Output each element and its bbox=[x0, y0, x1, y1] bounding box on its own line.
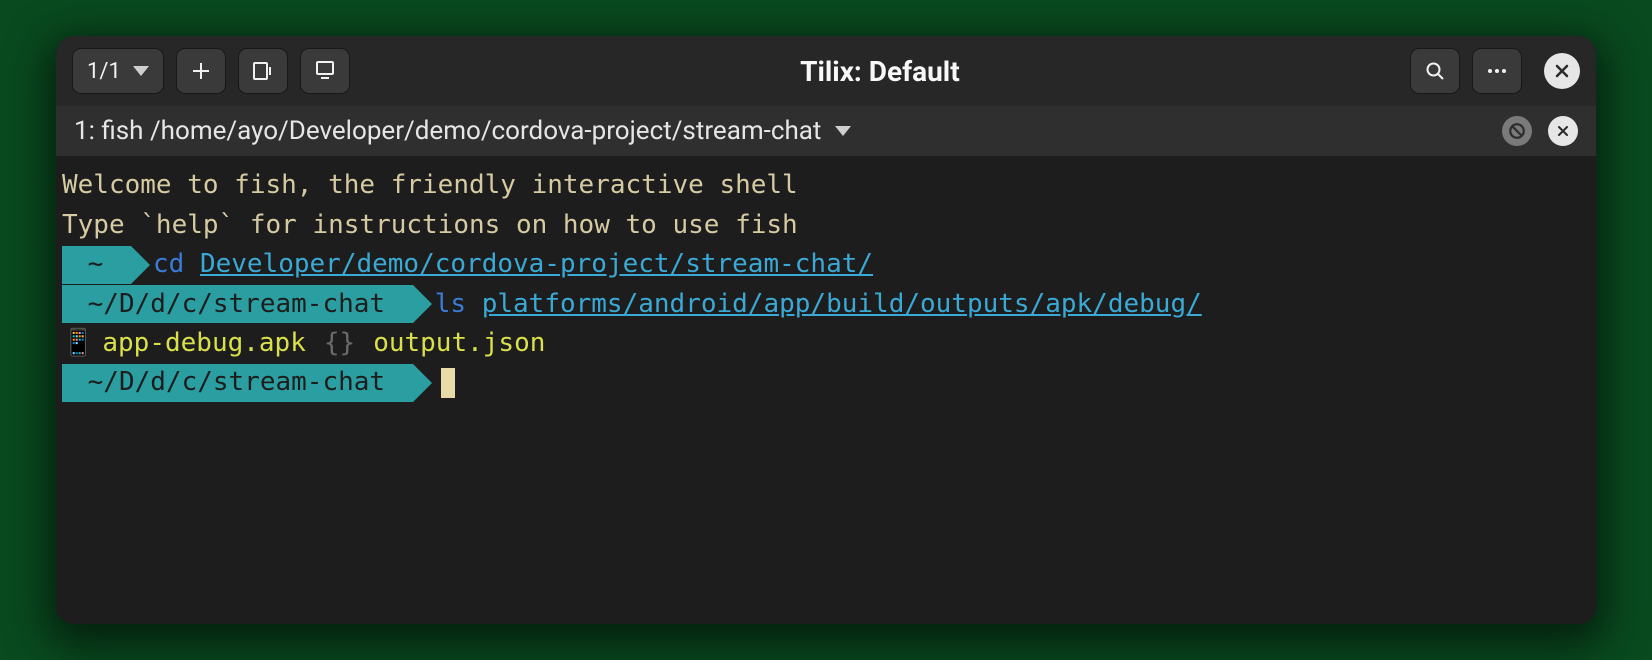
plus-icon bbox=[189, 59, 213, 83]
shell-command: cd bbox=[153, 245, 184, 285]
split-right-icon bbox=[251, 59, 275, 83]
search-icon bbox=[1423, 59, 1447, 83]
readonly-toggle-button[interactable] bbox=[1502, 116, 1532, 146]
no-entry-icon bbox=[1508, 122, 1526, 140]
shell-argument: platforms/android/app/build/outputs/apk/… bbox=[482, 285, 1202, 325]
shell-prompt: ~/D/d/c/stream-chat bbox=[62, 285, 413, 323]
json-icon: {} bbox=[324, 324, 355, 364]
chevron-down-icon[interactable] bbox=[835, 126, 851, 136]
split-down-button[interactable] bbox=[300, 48, 350, 94]
window-title: Tilix: Default bbox=[362, 55, 1398, 88]
close-icon bbox=[1552, 61, 1572, 81]
terminal-output: 📱 app-debug.apk {} output.json bbox=[62, 324, 1590, 364]
split-right-button[interactable] bbox=[238, 48, 288, 94]
terminal-line: ~/D/d/c/stream-chat bbox=[62, 364, 1590, 402]
close-session-button[interactable] bbox=[1548, 116, 1578, 146]
chevron-down-icon bbox=[133, 66, 149, 76]
text-cursor bbox=[441, 368, 455, 398]
add-session-button[interactable] bbox=[176, 48, 226, 94]
session-counter-button[interactable]: 1/1 bbox=[72, 48, 164, 94]
ls-file: app-debug.apk bbox=[102, 324, 306, 364]
terminal-output: Type `help` for instructions on how to u… bbox=[62, 206, 1590, 246]
terminal-line: ~/D/d/c/stream-chat ls platforms/android… bbox=[62, 285, 1590, 325]
split-down-icon bbox=[313, 59, 337, 83]
shell-command: ls bbox=[435, 285, 466, 325]
ls-file: output.json bbox=[373, 324, 545, 364]
shell-prompt: ~ bbox=[62, 246, 131, 284]
close-icon bbox=[1555, 123, 1571, 139]
terminal-line: ~ cd Developer/demo/cordova-project/stre… bbox=[62, 245, 1590, 285]
terminal-output: Welcome to fish, the friendly interactiv… bbox=[62, 166, 1590, 206]
kebab-icon bbox=[1485, 59, 1509, 83]
session-bar: 1: fish /home/ayo/Developer/demo/cordova… bbox=[56, 106, 1596, 156]
search-button[interactable] bbox=[1410, 48, 1460, 94]
session-label[interactable]: 1: fish /home/ayo/Developer/demo/cordova… bbox=[74, 116, 821, 146]
titlebar: 1/1 Tilix: Default bbox=[56, 36, 1596, 106]
menu-button[interactable] bbox=[1472, 48, 1522, 94]
android-icon: 📱 bbox=[62, 324, 94, 364]
shell-argument: Developer/demo/cordova-project/stream-ch… bbox=[200, 245, 873, 285]
tilix-window: 1/1 Tilix: Default bbox=[56, 36, 1596, 624]
terminal-pane[interactable]: Welcome to fish, the friendly interactiv… bbox=[56, 156, 1596, 624]
shell-prompt: ~/D/d/c/stream-chat bbox=[62, 364, 413, 402]
close-window-button[interactable] bbox=[1544, 53, 1580, 89]
session-counter-label: 1/1 bbox=[87, 59, 121, 84]
